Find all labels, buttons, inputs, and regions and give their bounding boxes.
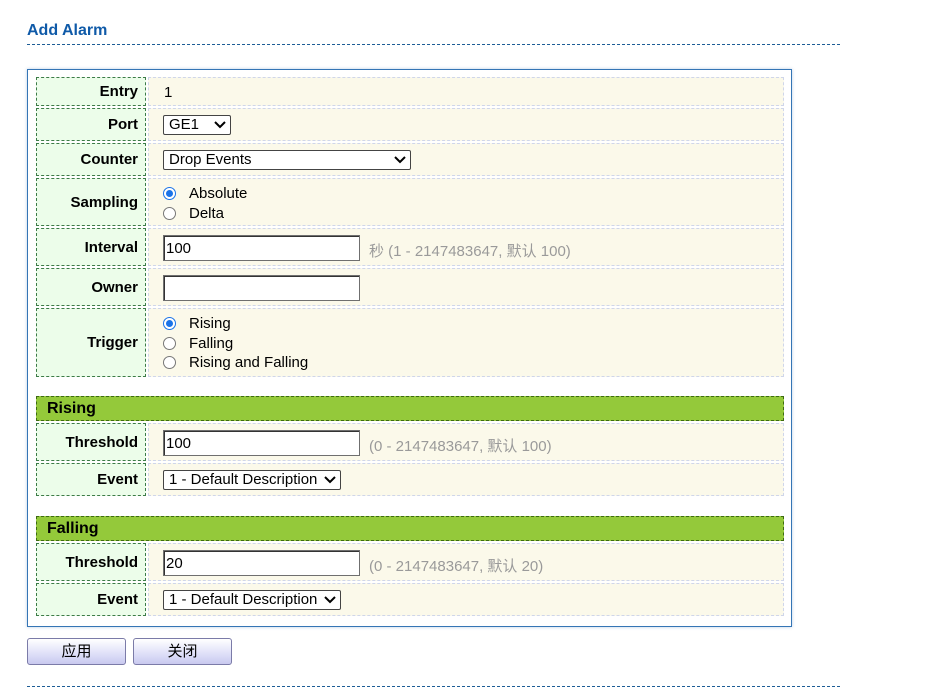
owner-input[interactable] [163, 275, 360, 301]
rising-threshold-hint: (0 - 2147483647, 默认 100) [369, 438, 552, 455]
falling-threshold-value-cell: (0 - 2147483647, 默认 20) [148, 543, 784, 581]
trigger-row: Trigger Rising Falling Rising and Fallin… [36, 308, 784, 377]
sampling-value-cell: Absolute Delta [148, 178, 784, 226]
chevron-down-icon [214, 121, 226, 129]
falling-threshold-row: Threshold (0 - 2147483647, 默认 20) [36, 543, 784, 581]
falling-section-header: Falling [36, 516, 784, 541]
bottom-divider [27, 686, 840, 687]
rising-event-label: Event [36, 463, 146, 496]
radio-unchecked-icon [163, 336, 176, 350]
sampling-absolute-radio[interactable]: Absolute [163, 183, 247, 203]
port-row: Port GE1 [36, 108, 784, 141]
trigger-rising-radio[interactable]: Rising [163, 313, 231, 333]
alarm-form-panel: Entry 1 Port GE1 Counter Drop Events Sam… [27, 69, 792, 627]
interval-hint: 秒 (1 - 2147483647, 默认 100) [369, 243, 571, 260]
owner-value-cell [148, 268, 784, 306]
port-select[interactable]: GE1 [163, 115, 231, 135]
counter-select[interactable]: Drop Events [163, 150, 411, 170]
title-divider [27, 44, 840, 45]
falling-threshold-input[interactable] [163, 550, 360, 576]
entry-label: Entry [36, 77, 146, 106]
radio-checked-icon [163, 316, 176, 330]
falling-event-label: Event [36, 583, 146, 616]
trigger-value-cell: Rising Falling Rising and Falling [148, 308, 784, 377]
rising-event-row: Event 1 - Default Description [36, 463, 784, 496]
owner-row: Owner [36, 268, 784, 306]
interval-label: Interval [36, 228, 146, 266]
rising-threshold-row: Threshold (0 - 2147483647, 默认 100) [36, 423, 784, 461]
interval-row: Interval 秒 (1 - 2147483647, 默认 100) [36, 228, 784, 266]
trigger-rising-label: Rising [189, 314, 231, 332]
sampling-row: Sampling Absolute Delta [36, 178, 784, 226]
close-button[interactable]: 关闭 [133, 638, 232, 665]
port-value-cell: GE1 [148, 108, 784, 141]
rising-threshold-input[interactable] [163, 430, 360, 456]
falling-event-select-value: 1 - Default Description [169, 591, 318, 608]
counter-row: Counter Drop Events [36, 143, 784, 176]
trigger-label: Trigger [36, 308, 146, 377]
trigger-rising-falling-label: Rising and Falling [189, 353, 309, 371]
falling-threshold-hint: (0 - 2147483647, 默认 20) [369, 558, 544, 575]
rising-threshold-value-cell: (0 - 2147483647, 默认 100) [148, 423, 784, 461]
falling-event-value-cell: 1 - Default Description [148, 583, 784, 616]
rising-section-header: Rising [36, 396, 784, 421]
sampling-label: Sampling [36, 178, 146, 226]
apply-button[interactable]: 应用 [27, 638, 126, 665]
rising-event-select-value: 1 - Default Description [169, 471, 318, 488]
rising-threshold-label: Threshold [36, 423, 146, 461]
port-label: Port [36, 108, 146, 141]
rising-event-select[interactable]: 1 - Default Description [163, 470, 341, 490]
sampling-delta-radio[interactable]: Delta [163, 203, 224, 223]
counter-value-cell: Drop Events [148, 143, 784, 176]
rising-event-value-cell: 1 - Default Description [148, 463, 784, 496]
falling-event-row: Event 1 - Default Description [36, 583, 784, 616]
chevron-down-icon [324, 596, 336, 604]
counter-label: Counter [36, 143, 146, 176]
entry-value: 1 [164, 84, 173, 101]
interval-value-cell: 秒 (1 - 2147483647, 默认 100) [148, 228, 784, 266]
port-select-value: GE1 [169, 116, 200, 133]
chevron-down-icon [394, 156, 406, 164]
owner-label: Owner [36, 268, 146, 306]
trigger-falling-radio[interactable]: Falling [163, 333, 233, 353]
counter-select-value: Drop Events [169, 151, 252, 168]
page-title: Add Alarm [27, 22, 108, 39]
falling-threshold-label: Threshold [36, 543, 146, 581]
sampling-absolute-label: Absolute [189, 184, 248, 202]
sampling-delta-label: Delta [189, 204, 225, 222]
trigger-falling-label: Falling [189, 334, 234, 352]
chevron-down-icon [324, 476, 336, 484]
radio-unchecked-icon [163, 355, 176, 369]
falling-event-select[interactable]: 1 - Default Description [163, 590, 341, 610]
radio-unchecked-icon [163, 206, 176, 220]
radio-checked-icon [163, 186, 176, 200]
interval-input[interactable] [163, 235, 360, 261]
entry-value-cell: 1 [148, 77, 784, 106]
trigger-rising-falling-radio[interactable]: Rising and Falling [163, 352, 308, 372]
entry-row: Entry 1 [36, 77, 784, 106]
